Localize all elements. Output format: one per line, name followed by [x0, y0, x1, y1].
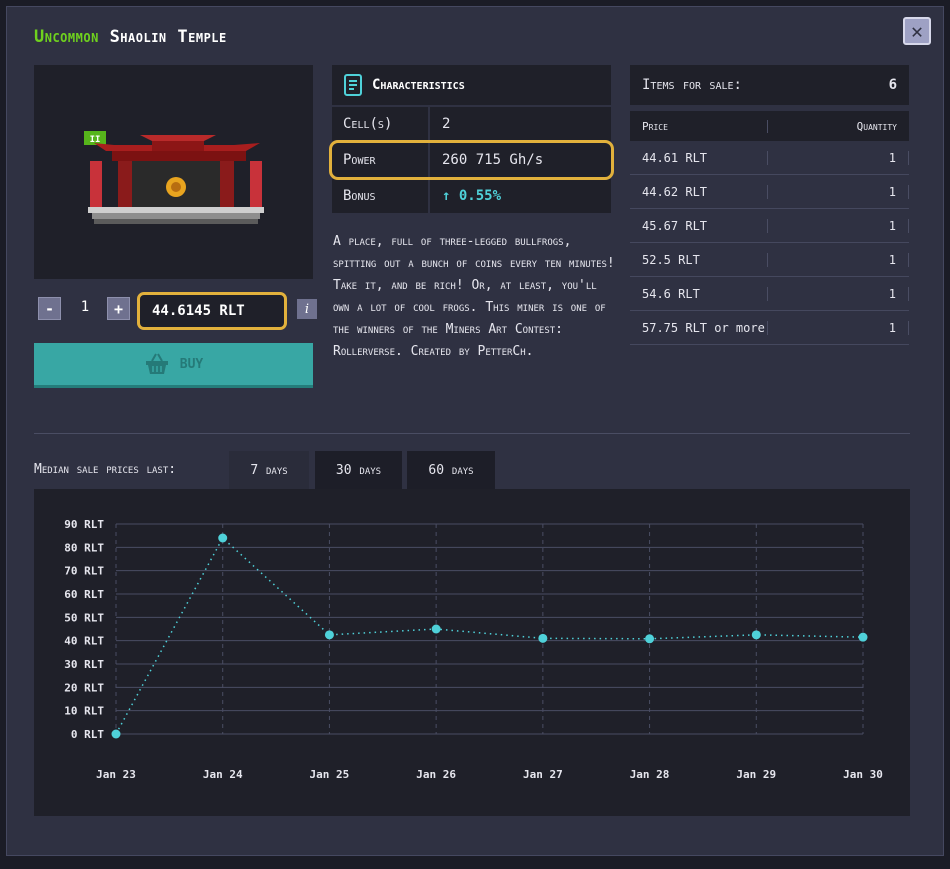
- char-value: 2: [430, 107, 611, 141]
- y-tick-label: 10 RLT: [64, 705, 104, 718]
- characteristics-panel: Characteristics Cell(s) 2 Power 260 715 …: [329, 65, 614, 215]
- data-point: [218, 533, 228, 543]
- data-point: [111, 729, 121, 739]
- x-tick-label: Jan 23: [96, 768, 136, 781]
- x-tick-label: Jan 24: [203, 768, 243, 781]
- tab-30-days[interactable]: 30 days: [315, 451, 402, 489]
- row-price: 52.5 RLT: [630, 252, 768, 267]
- table-row[interactable]: 44.61 RLT 1: [630, 141, 909, 175]
- characteristics-title: Characteristics: [372, 77, 465, 93]
- x-tick-label: Jan 27: [523, 768, 563, 781]
- bonus-value: 0.55%: [458, 188, 502, 204]
- rarity-label: Uncommon: [34, 27, 99, 47]
- row-quantity: 1: [768, 320, 909, 335]
- y-tick-label: 90 RLT: [64, 518, 104, 531]
- data-point: [858, 632, 868, 642]
- row-quantity: 1: [768, 184, 909, 199]
- col-price-header: Price: [630, 119, 768, 133]
- info-icon[interactable]: i: [297, 299, 317, 319]
- row-price: 54.6 RLT: [630, 286, 768, 301]
- table-row[interactable]: 52.5 RLT 1: [630, 243, 909, 277]
- quantity-value[interactable]: 1: [70, 299, 100, 315]
- data-point: [431, 624, 441, 634]
- divider: [34, 433, 910, 434]
- y-tick-label: 70 RLT: [64, 565, 104, 578]
- y-tick-label: 40 RLT: [64, 635, 104, 648]
- miner-name: Shaolin Temple: [109, 27, 227, 47]
- char-key: Bonus: [332, 179, 428, 213]
- row-price: 44.62 RLT: [630, 184, 768, 199]
- char-key: Cell(s): [332, 107, 428, 141]
- table-row[interactable]: 57.75 RLT or more 1: [630, 311, 909, 345]
- chart-svg: 90 RLT 80 RLT 70 RLT 60 RLT 50 RLT 40 RLT 30 R…: [64, 518, 883, 781]
- series-line: [115, 536, 864, 735]
- quantity-row: - 1 + 44.6145 RLT i: [34, 292, 317, 330]
- row-quantity: 1: [768, 218, 909, 233]
- tab-60-days[interactable]: 60 days: [407, 451, 495, 489]
- document-icon: [344, 74, 362, 96]
- y-tick-label: 80 RLT: [64, 541, 104, 554]
- tab-7-days[interactable]: 7 days: [229, 451, 309, 489]
- row-price: 45.67 RLT: [630, 218, 768, 233]
- char-value-bonus: ↑ 0.55%: [430, 179, 611, 213]
- x-tick-label: Jan 30: [843, 768, 883, 781]
- x-tick-label: Jan 26: [416, 768, 456, 781]
- y-tick-label: 30 RLT: [64, 658, 104, 671]
- data-point: [751, 630, 761, 640]
- sale-header: Items for sale: 6: [630, 65, 909, 105]
- char-row-power: Power 260 715 Gh/s: [329, 140, 614, 180]
- increment-button[interactable]: +: [107, 297, 130, 320]
- data-point: [645, 634, 655, 644]
- miner-description: A place, full of three-legged bullfrogs,…: [333, 234, 615, 359]
- char-row-cells: Cell(s) 2: [332, 107, 611, 141]
- char-value: 260 715 Gh/s: [430, 143, 611, 177]
- data-point: [538, 633, 548, 643]
- sale-count: 6: [888, 77, 897, 93]
- row-price: 44.61 RLT: [630, 150, 768, 165]
- x-tick-label: Jan 29: [736, 768, 776, 781]
- buy-label: BUY: [179, 356, 204, 372]
- temple-illustration: II: [84, 131, 264, 224]
- sale-panel: Items for sale: 6 Price Quantity 44.61 R…: [630, 65, 909, 345]
- x-tick-label: Jan 25: [310, 768, 350, 781]
- arrow-up-icon: ↑: [442, 188, 459, 204]
- sale-title: Items for sale:: [642, 77, 742, 93]
- sale-columns: Price Quantity: [630, 111, 909, 141]
- characteristics-header: Characteristics: [332, 65, 611, 105]
- decrement-button[interactable]: -: [38, 297, 61, 320]
- row-quantity: 1: [768, 286, 909, 301]
- basket-icon: [145, 353, 168, 374]
- y-tick-label: 20 RLT: [64, 681, 104, 694]
- buy-button[interactable]: BUY: [34, 343, 313, 388]
- col-quantity-header: Quantity: [856, 119, 897, 133]
- y-tick-label: 60 RLT: [64, 588, 104, 601]
- row-quantity: 1: [768, 150, 909, 165]
- char-key: Power: [332, 143, 428, 177]
- data-point: [324, 630, 334, 640]
- modal-title: Uncommon Shaolin Temple: [34, 27, 227, 47]
- table-row[interactable]: 45.67 RLT 1: [630, 209, 909, 243]
- char-row-bonus: Bonus ↑ 0.55%: [332, 179, 611, 213]
- table-row[interactable]: 54.6 RLT 1: [630, 277, 909, 311]
- median-price-chart: 90 RLT 80 RLT 70 RLT 60 RLT 50 RLT 40 RLT 30 R…: [34, 489, 910, 816]
- row-quantity: 1: [768, 252, 909, 267]
- median-label: Median sale prices last:: [34, 462, 177, 477]
- miner-modal: Uncommon Shaolin Temple ✕ II - 1 + 44.61…: [6, 6, 944, 856]
- close-button[interactable]: ✕: [903, 17, 931, 45]
- row-price: 57.75 RLT or more: [630, 320, 768, 335]
- y-tick-label: 0 RLT: [71, 728, 104, 741]
- close-icon: ✕: [910, 19, 924, 43]
- miner-image: II: [34, 65, 313, 279]
- total-price-field[interactable]: 44.6145 RLT: [137, 292, 287, 330]
- x-tick-label: Jan 28: [630, 768, 670, 781]
- y-tick-label: 50 RLT: [64, 611, 104, 624]
- table-row[interactable]: 44.62 RLT 1: [630, 175, 909, 209]
